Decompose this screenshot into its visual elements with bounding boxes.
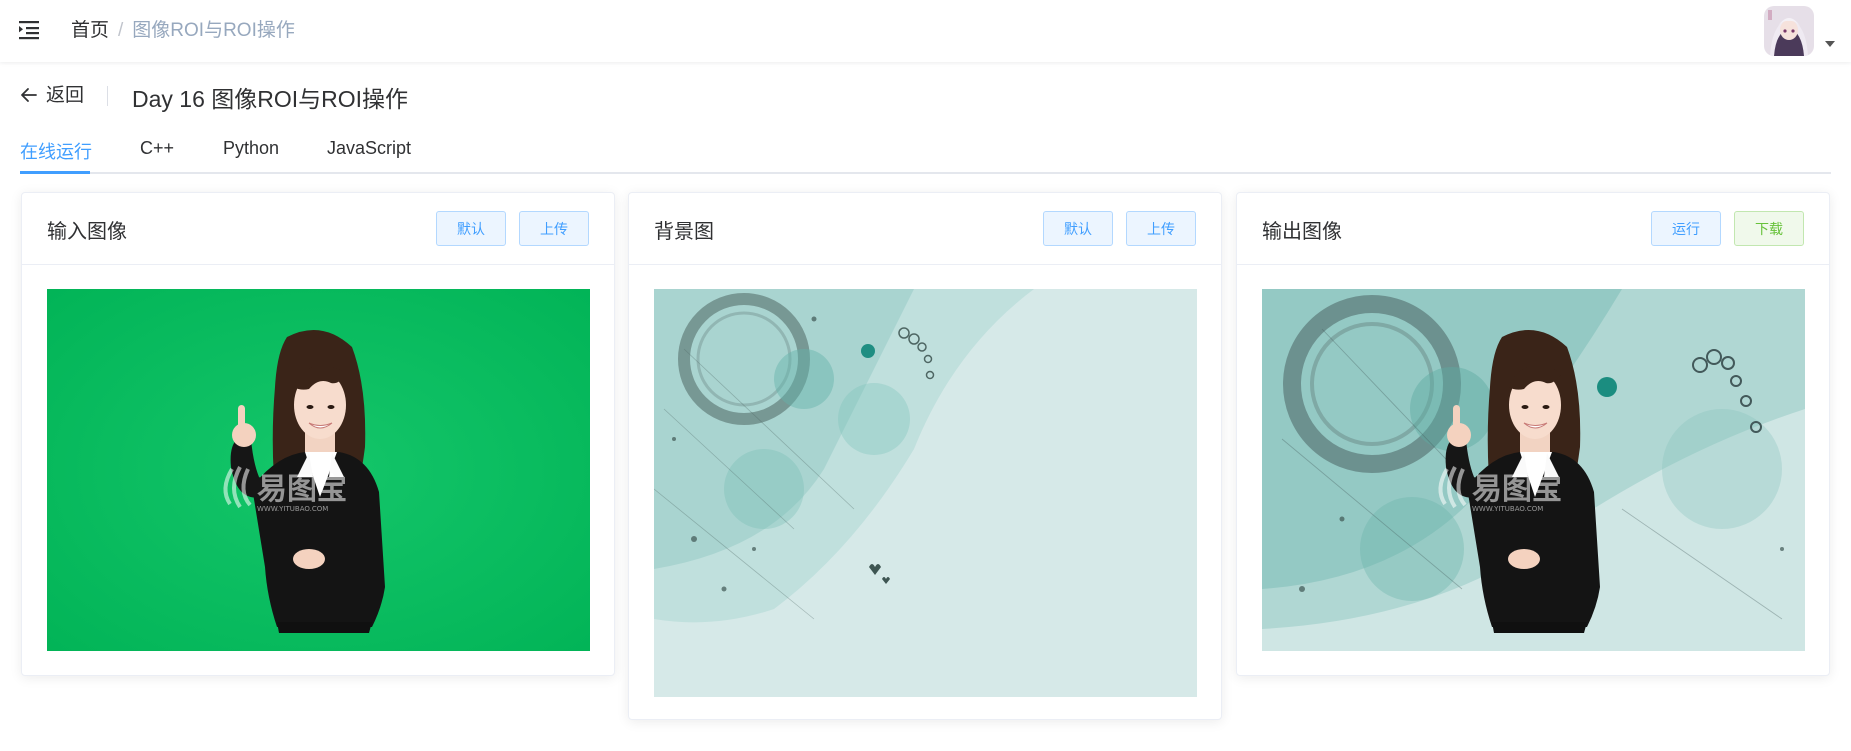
avatar[interactable] [1764,6,1814,56]
watermark-text: 易图宝 [1472,472,1562,507]
upload-button[interactable]: 上传 [519,211,589,246]
language-tabs: 在线运行 C++ Python JavaScript [20,130,1831,174]
tabs-underline [20,172,1831,174]
input-image: 易图宝 WWW.YITUBAO.COM [47,289,590,651]
tab-cpp[interactable]: C++ [140,138,174,159]
card-header: 输入图像 默认 上传 [22,193,614,265]
download-button[interactable]: 下载 [1734,211,1804,246]
tab-javascript[interactable]: JavaScript [327,138,411,159]
back-label: 返回 [46,85,85,106]
tab-python[interactable]: Python [223,138,279,159]
caret-down-icon[interactable] [1825,41,1835,47]
default-button[interactable]: 默认 [1043,211,1113,246]
run-button[interactable]: 运行 [1651,211,1721,246]
card-header: 背景图 默认 上传 [629,193,1221,265]
back-button[interactable]: 返回 [20,80,84,107]
default-button[interactable]: 默认 [436,211,506,246]
card-title: 输出图像 [1262,221,1342,243]
breadcrumb-home[interactable]: 首页 [71,20,109,41]
card-header: 输出图像 运行 下载 [1237,193,1829,265]
input-image-card: 输入图像 默认 上传 易图宝 WWW.YITUBAO.COM [21,192,615,676]
upload-button[interactable]: 上传 [1126,211,1196,246]
watermark-text: 易图宝 [257,472,347,507]
breadcrumb-separator: / [118,20,124,41]
watermark-url: WWW.YITUBAO.COM [257,505,328,513]
breadcrumb-current: 图像ROI与ROI操作 [132,20,295,41]
watermark-url: WWW.YITUBAO.COM [1472,505,1543,513]
hamburger-icon[interactable] [19,19,41,41]
active-tab-indicator [20,171,90,174]
output-image: 易图宝 WWW.YITUBAO.COM [1262,289,1805,651]
top-navbar: 首页 / 图像ROI与ROI操作 [0,0,1851,62]
tab-online-run[interactable]: 在线运行 [20,138,92,164]
divider [107,86,108,106]
card-title: 输入图像 [47,221,127,243]
page-title: Day 16 图像ROI与ROI操作 [132,86,409,112]
background-image-card: 背景图 默认 上传 [628,192,1222,720]
background-image [654,289,1197,697]
card-title: 背景图 [654,221,714,243]
arrow-left-icon [21,87,37,102]
breadcrumb: 首页 / 图像ROI与ROI操作 [71,19,295,43]
output-image-card: 输出图像 运行 下载 易图宝 WWW.YITUBAO.COM [1236,192,1830,676]
